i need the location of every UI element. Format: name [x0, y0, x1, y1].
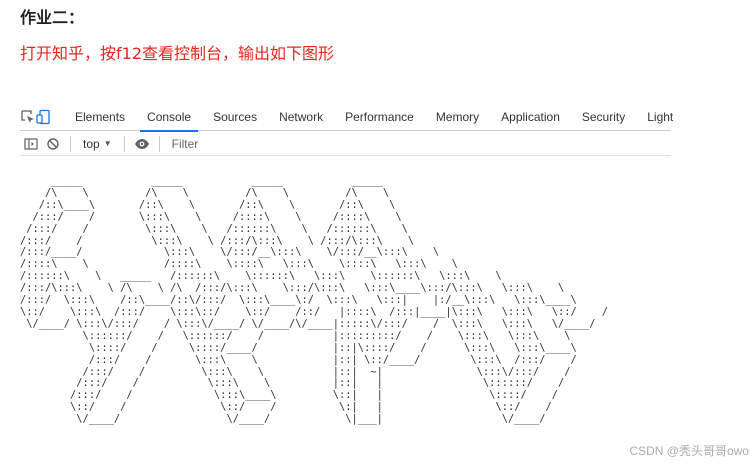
console-filter-bar: top ▼ [20, 132, 671, 156]
inspect-element-icon[interactable] [20, 104, 36, 131]
filter-divider-3 [158, 135, 160, 152]
csdn-watermark: CSDN @秃头哥哥owo [629, 444, 749, 458]
tab-memory[interactable]: Memory [425, 104, 490, 131]
tab-security[interactable]: Security [571, 104, 636, 131]
context-selector[interactable]: top ▼ [77, 132, 118, 156]
devtools-panel: Elements Console Sources Network Perform… [20, 104, 673, 156]
tab-sources[interactable]: Sources [202, 104, 268, 131]
tab-performance[interactable]: Performance [334, 104, 425, 131]
tab-network[interactable]: Network [268, 104, 334, 131]
device-toolbar-icon[interactable] [36, 104, 52, 131]
filter-divider-2 [123, 135, 125, 152]
filter-divider [70, 135, 71, 152]
eye-icon[interactable] [131, 130, 153, 157]
tab-console[interactable]: Console [136, 104, 202, 132]
assignment-instruction: 打开知乎，按f12查看控制台，输出如下图形 [20, 44, 334, 63]
dropdown-arrow-icon: ▼ [103, 139, 112, 148]
tab-application[interactable]: Application [490, 104, 571, 131]
context-selector-value: top [83, 136, 100, 151]
console-filter-input[interactable] [171, 134, 372, 153]
assignment-heading: 作业二： [20, 8, 85, 27]
clear-console-icon[interactable] [42, 130, 64, 157]
tab-lighthouse[interactable]: Light [636, 104, 684, 131]
devtools-tab-bar: Elements Console Sources Network Perform… [20, 104, 673, 132]
sidebar-toggle-icon[interactable] [20, 130, 42, 157]
console-ascii-art-output: _____ _____ _____ _____ /\ \ /\ \ /\ \ /… [20, 175, 609, 426]
tab-elements[interactable]: Elements [64, 104, 136, 131]
